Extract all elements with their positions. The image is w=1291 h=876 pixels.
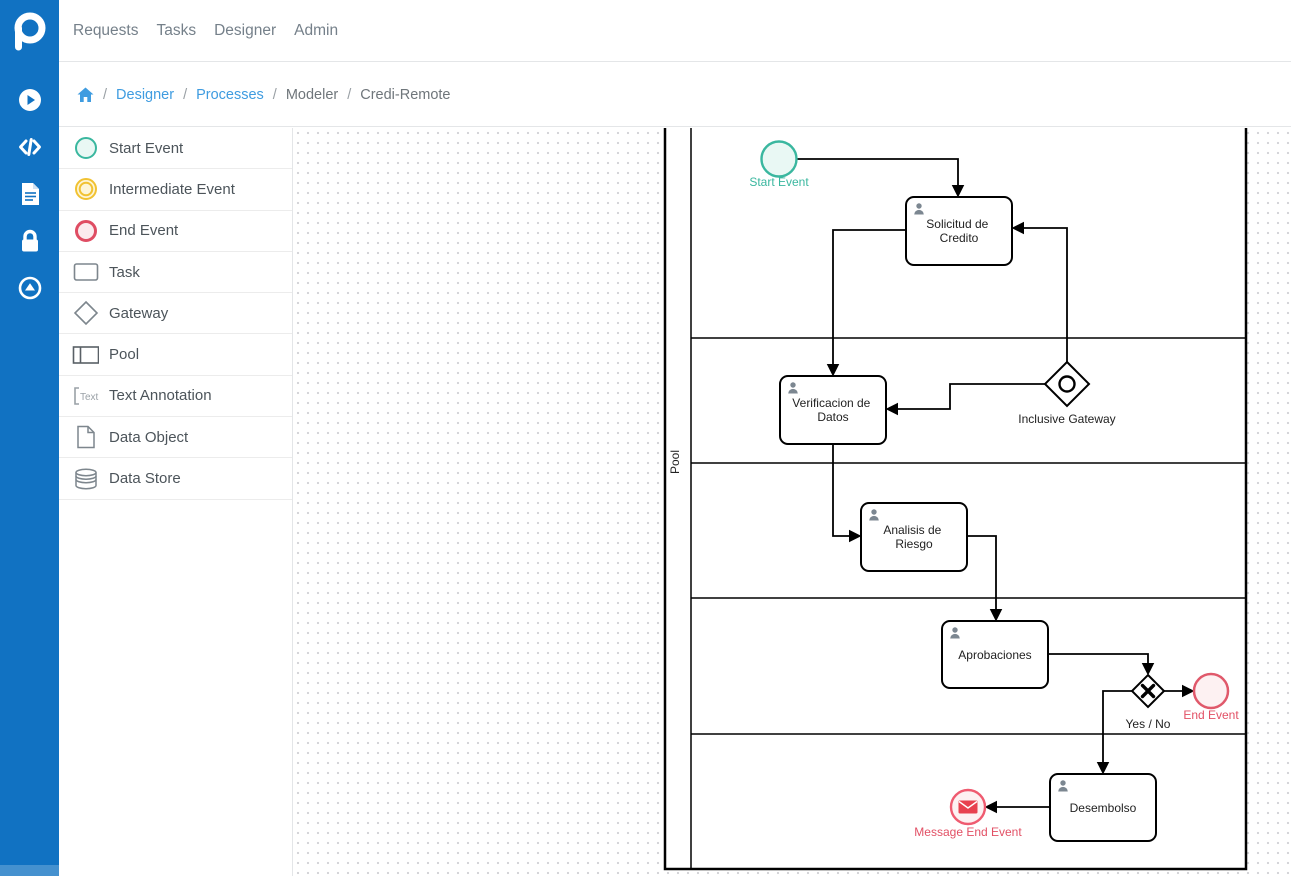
- palette-data-object[interactable]: Data Object: [59, 417, 292, 458]
- element-palette: Start Event Intermediate Event End Event…: [59, 128, 293, 876]
- end-event-icon: [72, 219, 99, 243]
- modeler-canvas[interactable]: Pool: [293, 128, 1291, 876]
- palette-end-event[interactable]: End Event: [59, 211, 292, 252]
- svg-text:Desembolso: Desembolso: [1070, 801, 1137, 815]
- nav-tasks[interactable]: Tasks: [156, 22, 196, 40]
- breadcrumb-process-name: Credi-Remote: [360, 87, 450, 103]
- task-verificacion-de-datos[interactable]: Verificacion de Datos: [780, 376, 886, 444]
- message-envelope-icon: [959, 801, 978, 814]
- palette-label: Pool: [109, 346, 139, 363]
- document-icon[interactable]: [16, 180, 44, 208]
- palette-label: End Event: [109, 222, 178, 239]
- task-aprobaciones[interactable]: Aprobaciones: [942, 621, 1048, 688]
- palette-label: Gateway: [109, 305, 168, 322]
- processmaker-modeler-app: Requests Tasks Designer Admin / Designer…: [0, 0, 1291, 876]
- svg-text:Aprobaciones: Aprobaciones: [958, 648, 1031, 662]
- top-nav: Requests Tasks Designer Admin: [59, 0, 1291, 62]
- palette-text-annotation[interactable]: Text Text Annotation: [59, 376, 292, 417]
- breadcrumb-separator: /: [273, 87, 277, 103]
- task-icon: [72, 261, 99, 283]
- yes-no-gateway-label: Yes / No: [1126, 717, 1171, 731]
- breadcrumb: / Designer / Processes / Modeler / Credi…: [59, 63, 1291, 127]
- inclusive-gateway-label: Inclusive Gateway: [1018, 412, 1115, 426]
- nav-designer[interactable]: Designer: [214, 22, 276, 40]
- arrow-up-circle-icon[interactable]: [16, 274, 44, 302]
- breadcrumb-separator: /: [183, 87, 187, 103]
- home-icon[interactable]: [77, 87, 94, 103]
- data-store-icon: [72, 467, 99, 491]
- breadcrumb-processes[interactable]: Processes: [196, 87, 264, 103]
- task-analisis-de-riesgo[interactable]: Analisis de Riesgo: [861, 503, 967, 571]
- palette-label: Task: [109, 264, 140, 281]
- nav-requests[interactable]: Requests: [73, 22, 138, 40]
- palette-pool[interactable]: Pool: [59, 334, 292, 375]
- breadcrumb-separator: /: [103, 87, 107, 103]
- text-annotation-icon: Text: [72, 386, 99, 406]
- gateway-icon: [72, 300, 99, 326]
- message-end-event-label: Message End Event: [914, 825, 1022, 839]
- end-event-label: End Event: [1183, 708, 1239, 722]
- palette-label: Text Annotation: [109, 387, 212, 404]
- processmaker-logo-icon[interactable]: [5, 6, 53, 54]
- breadcrumb-separator: /: [347, 87, 351, 103]
- data-object-icon: [72, 425, 99, 449]
- palette-data-store[interactable]: Data Store: [59, 458, 292, 499]
- lock-icon[interactable]: [16, 227, 44, 255]
- code-icon[interactable]: [16, 133, 44, 161]
- pool-label: Pool: [668, 450, 682, 474]
- palette-gateway[interactable]: Gateway: [59, 293, 292, 334]
- palette-label: Start Event: [109, 140, 183, 157]
- left-rail: [0, 0, 59, 876]
- breadcrumb-modeler: Modeler: [286, 87, 338, 103]
- palette-label: Data Store: [109, 470, 181, 487]
- nav-admin[interactable]: Admin: [294, 22, 338, 40]
- modeler-main: Start Event Intermediate Event End Event…: [59, 128, 1291, 876]
- start-event-icon: [72, 136, 99, 160]
- rail-bottom-strip: [0, 865, 59, 876]
- palette-intermediate-event[interactable]: Intermediate Event: [59, 169, 292, 210]
- intermediate-event-icon: [72, 177, 99, 201]
- start-event-label: Start Event: [749, 175, 809, 189]
- palette-task[interactable]: Task: [59, 252, 292, 293]
- task-solicitud-de-credito[interactable]: Solicitud de Credito: [906, 197, 1012, 265]
- pool-icon: [72, 344, 99, 366]
- palette-start-event[interactable]: Start Event: [59, 128, 292, 169]
- breadcrumb-designer[interactable]: Designer: [116, 87, 174, 103]
- palette-label: Intermediate Event: [109, 181, 235, 198]
- play-circle-icon[interactable]: [16, 86, 44, 114]
- palette-label: Data Object: [109, 429, 188, 446]
- svg-text:Text: Text: [80, 392, 99, 403]
- task-desembolso[interactable]: Desembolso: [1050, 774, 1156, 841]
